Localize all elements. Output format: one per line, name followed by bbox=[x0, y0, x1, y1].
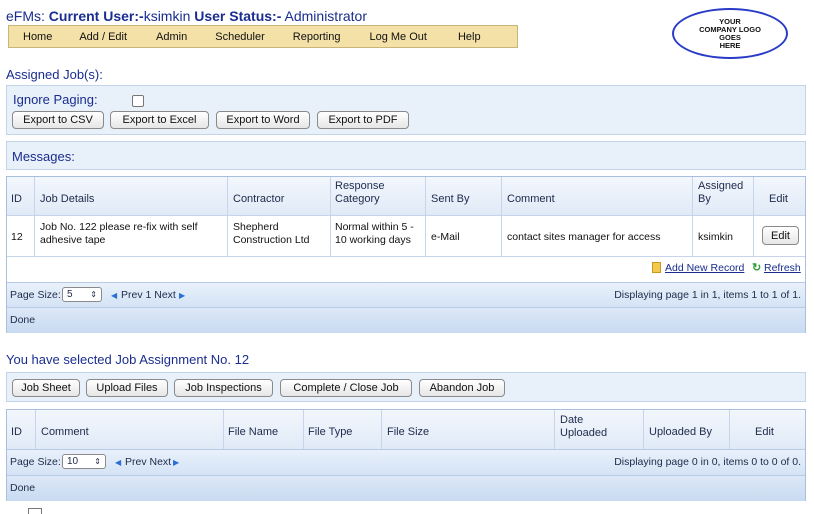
complete-close-job-button[interactable]: Complete / Close Job bbox=[280, 379, 412, 397]
menu-admin[interactable]: Admin bbox=[156, 31, 187, 43]
menu-log-out[interactable]: Log Me Out bbox=[369, 31, 426, 43]
export-pdf-button[interactable]: Export to PDF bbox=[317, 111, 409, 129]
job-inspections-button[interactable]: Job Inspections bbox=[174, 379, 273, 397]
files-next-arrow-icon[interactable]: ▶ bbox=[173, 458, 179, 467]
cell-assigned-by: ksimkin bbox=[698, 231, 734, 243]
menu-scheduler[interactable]: Scheduler bbox=[215, 31, 265, 43]
cell-sent-by: e-Mail bbox=[431, 231, 460, 243]
files-pager-nav[interactable]: Prev Next bbox=[125, 456, 171, 468]
files-page-size-label: Page Size: bbox=[10, 456, 61, 468]
messages-status-bar: Done bbox=[7, 307, 805, 333]
messages-panel: Messages: bbox=[6, 141, 806, 170]
col-comment: Comment bbox=[507, 193, 555, 205]
logo-line: HERE bbox=[719, 40, 741, 50]
cell-comment: contact sites manager for access bbox=[507, 231, 661, 243]
abandon-job-button[interactable]: Abandon Job bbox=[419, 379, 505, 397]
user-status-value: Administrator bbox=[284, 8, 367, 24]
messages-title: Messages: bbox=[12, 149, 75, 164]
refresh-icon: ↻ bbox=[752, 262, 762, 274]
files-prev-arrow-icon[interactable]: ◀ bbox=[115, 458, 121, 467]
current-user-label: Current User:- bbox=[48, 8, 144, 24]
row-edit-button[interactable]: Edit bbox=[762, 226, 799, 245]
pager-nav[interactable]: Prev 1 Next bbox=[121, 289, 176, 301]
company-logo: YOUR COMPANY LOGO GOES HERE bbox=[672, 8, 788, 59]
pager-displaying: Displaying page 1 in 1, items 1 to 1 of … bbox=[614, 289, 801, 301]
files-pager: Page Size: 10 ⇕ ◀ Prev Next ▶ Displaying… bbox=[7, 449, 805, 475]
files-col-file-type: File Type bbox=[308, 426, 353, 438]
cell-job-details: Job No. 122 please re-fix with self adhe… bbox=[40, 221, 198, 246]
files-col-id: ID bbox=[11, 426, 22, 438]
files-status-bar: Done bbox=[7, 475, 805, 501]
add-record-icon bbox=[652, 262, 661, 273]
col-sent-by: Sent By bbox=[431, 193, 470, 205]
select-arrows-icon: ⇕ bbox=[90, 290, 97, 299]
cell-id: 12 bbox=[11, 231, 23, 243]
messages-grid: ID Job Details Contractor Response Categ… bbox=[6, 176, 806, 333]
ignore-paging-checkbox[interactable] bbox=[132, 95, 144, 107]
col-id: ID bbox=[11, 193, 22, 205]
col-contractor: Contractor bbox=[233, 193, 285, 205]
export-excel-button[interactable]: Export to Excel bbox=[110, 111, 209, 129]
page-size-value: 5 bbox=[67, 289, 73, 300]
page-size-label: Page Size: bbox=[10, 289, 61, 301]
files-status-done: Done bbox=[10, 482, 36, 494]
status-done: Done bbox=[10, 314, 36, 326]
files-page-size-value: 10 bbox=[67, 456, 79, 467]
files-col-uploaded-by: Uploaded By bbox=[649, 426, 712, 438]
ignore-paging-label: Ignore Paging: bbox=[13, 92, 98, 107]
files-col-comment: Comment bbox=[41, 426, 89, 438]
current-user-name: ksimkin bbox=[143, 8, 191, 24]
messages-pager: Page Size: 5 ⇕ ◀ Prev 1 Next ▶ Displayin… bbox=[7, 282, 805, 307]
col-assigned-by: Assigned By bbox=[698, 180, 744, 205]
app-prefix: eFMs: bbox=[6, 8, 45, 24]
files-col-file-name: File Name bbox=[228, 426, 279, 438]
col-edit: Edit bbox=[769, 193, 788, 205]
export-panel: Ignore Paging: Export to CSV Export to E… bbox=[6, 85, 806, 135]
assigned-jobs-title: Assigned Job(s): bbox=[6, 67, 103, 82]
hidden-checkbox[interactable] bbox=[28, 508, 42, 514]
select-arrows-icon: ⇕ bbox=[94, 457, 101, 466]
menu-reporting[interactable]: Reporting bbox=[293, 31, 341, 43]
page-size-select[interactable]: 5 ⇕ bbox=[62, 287, 102, 302]
export-csv-button[interactable]: Export to CSV bbox=[12, 111, 104, 129]
add-new-record-link[interactable]: Add New Record bbox=[665, 262, 744, 275]
export-word-button[interactable]: Export to Word bbox=[216, 111, 310, 129]
files-col-file-size: File Size bbox=[387, 426, 430, 438]
upload-files-button[interactable]: Upload Files bbox=[86, 379, 168, 397]
files-grid: ID Comment File Name File Type File Size… bbox=[6, 409, 806, 501]
job-sheet-button[interactable]: Job Sheet bbox=[12, 379, 80, 397]
col-response-category: Response Category bbox=[335, 180, 385, 205]
menu-home[interactable]: Home bbox=[23, 31, 52, 43]
refresh-link[interactable]: Refresh bbox=[764, 262, 801, 275]
files-page-size-select[interactable]: 10 ⇕ bbox=[62, 454, 106, 469]
menu-add-edit[interactable]: Add / Edit bbox=[79, 31, 127, 43]
files-col-edit: Edit bbox=[755, 426, 774, 438]
main-menu: Home Add / Edit Admin Scheduler Reportin… bbox=[8, 25, 518, 48]
next-arrow-icon[interactable]: ▶ bbox=[179, 291, 185, 300]
header-line: eFMs: Current User:-ksimkin User Status:… bbox=[6, 8, 367, 24]
user-status-label: User Status:- bbox=[194, 8, 282, 24]
cell-contractor: Shepherd Construction Ltd bbox=[233, 221, 310, 246]
cell-response: Normal within 5 - 10 working days bbox=[335, 221, 414, 246]
col-job-details: Job Details bbox=[40, 193, 95, 205]
files-pager-displaying: Displaying page 0 in 0, items 0 to 0 of … bbox=[614, 456, 801, 468]
selected-job-title: You have selected Job Assignment No. 12 bbox=[6, 352, 250, 367]
files-col-date-uploaded: Date Uploaded bbox=[560, 414, 608, 439]
job-actions-panel: Job Sheet Upload Files Job Inspections C… bbox=[6, 372, 806, 402]
menu-help[interactable]: Help bbox=[458, 31, 481, 43]
prev-arrow-icon[interactable]: ◀ bbox=[111, 291, 117, 300]
